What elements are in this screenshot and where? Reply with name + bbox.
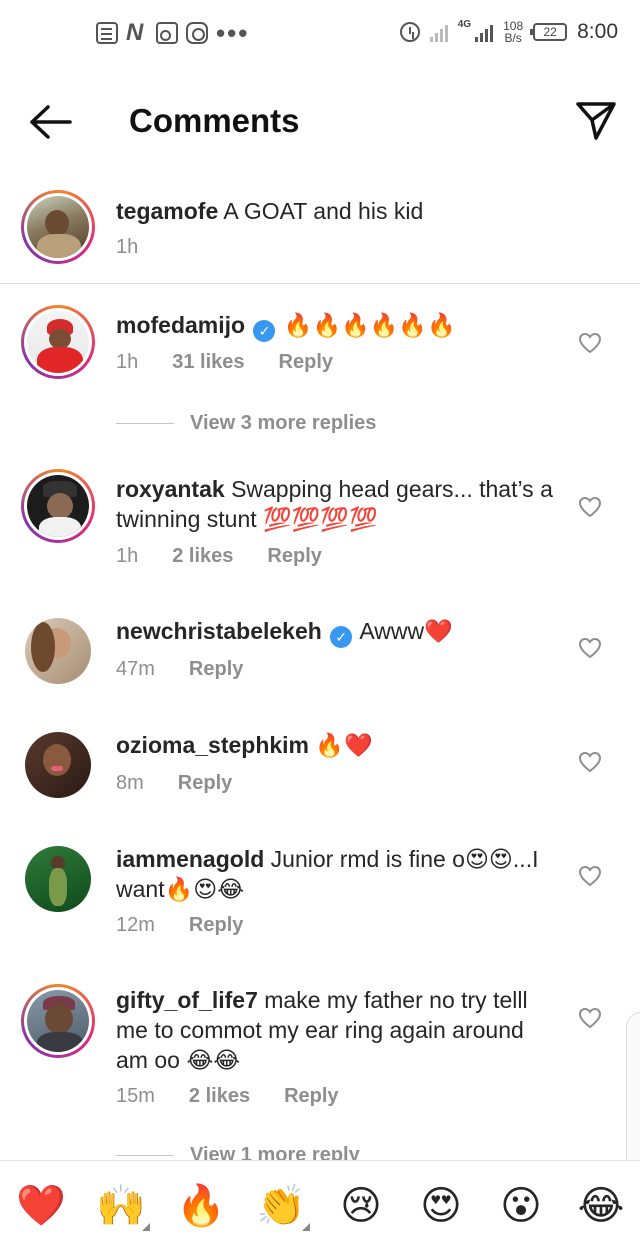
like-heart-icon[interactable] [578,1007,602,1029]
system-status: 4G 108 B/s 22 8:00 [399,19,618,44]
emoji-reaction-bar: ❤️ 🙌 🔥 👏 😢 😍 😮 😂 [0,1160,640,1253]
app-header: Comments [0,90,640,154]
clock: 8:00 [577,20,618,43]
notification-icons: N ••• [96,18,250,48]
signal-icon [429,22,448,42]
username[interactable]: roxyantak [116,476,225,502]
status-bar: N ••• 4G 108 B/s 22 8:00 [0,0,640,70]
like-heart-icon[interactable] [578,637,602,659]
timestamp: 12m [116,914,155,936]
skin-tone-indicator-icon [302,1223,310,1231]
reply-button[interactable]: Reply [267,545,321,568]
more-dots-icon: ••• [216,18,250,48]
reply-button[interactable]: Reply [279,351,333,374]
comment-meta: 8m Reply [116,772,232,795]
reply-button[interactable]: Reply [189,914,243,937]
view-more-replies-button[interactable]: View 3 more replies [116,412,376,435]
comment-text-block: mofedamijo ✓ 🔥🔥🔥🔥🔥🔥 [116,310,556,342]
comment-meta: 1h 2 likes Reply [116,545,322,568]
avatar[interactable] [21,305,95,379]
likes-count[interactable]: 31 likes [172,351,244,374]
surprised-emoji-button[interactable]: 😮 [496,1181,546,1231]
comment-text: 🔥❤️ [315,732,373,758]
timestamp: 47m [116,658,155,680]
like-heart-icon[interactable] [578,496,602,518]
battery-icon: 22 [530,23,568,41]
username[interactable]: gifty_of_life7 [116,987,258,1013]
network-speed: 108 B/s [503,20,523,44]
verified-badge-icon: ✓ [253,320,276,342]
comment-meta: 15m 2 likes Reply [116,1085,339,1108]
like-heart-icon[interactable] [578,865,602,887]
raised-hands-emoji-button[interactable]: 🙌 [96,1181,150,1231]
like-heart-icon[interactable] [578,332,602,354]
page-title: Comments [129,102,300,139]
timestamp: 1h [116,545,139,567]
caption-meta: 1h [116,236,138,259]
timestamp: 8m [116,772,144,794]
comment-meta: 12m Reply [116,914,243,937]
speed-unit: B/s [504,31,522,45]
caption-text: A GOAT and his kid [223,198,424,224]
comment-meta: 47m Reply [116,658,243,681]
verified-badge-icon: ✓ [330,626,353,648]
clapping-emoji: 👏 [256,1184,306,1228]
comment-meta: 1h 31 likes Reply [116,351,333,374]
direct-send-icon[interactable] [574,98,618,142]
username[interactable]: ozioma_stephkim [116,732,309,758]
comment-text-block: roxyantak Swapping head gears... that’s … [116,474,556,534]
divider-line [116,1155,174,1156]
timestamp: 15m [116,1085,155,1107]
avatar[interactable] [25,732,91,798]
caption-text-block: tegamofe A GOAT and his kid [116,196,556,226]
avatar[interactable] [21,469,95,543]
avatar[interactable] [21,190,95,264]
like-heart-icon[interactable] [578,751,602,773]
laughing-emoji-button[interactable]: 😂 [576,1181,626,1231]
comment-text-block: ozioma_stephkim 🔥❤️ [116,730,556,760]
back-arrow-icon[interactable] [28,104,72,140]
comment-text-block: iammenagold Junior rmd is fine o😍😍...I w… [116,844,556,904]
timestamp: 1h [116,351,139,373]
alarm-icon [399,22,420,42]
heart-emoji-button[interactable]: ❤️ [16,1181,66,1231]
username[interactable]: mofedamijo [116,312,245,338]
comment-text: Awww❤️ [359,618,453,644]
timestamp: 1h [116,236,139,258]
reply-button[interactable]: Reply [284,1085,338,1108]
signal-icon-2 [475,22,494,42]
avatar[interactable] [25,618,91,684]
clapping-emoji-button[interactable]: 👏 [256,1181,310,1231]
likes-count[interactable]: 2 likes [172,545,233,568]
username[interactable]: iammenagold [116,846,264,872]
reply-button[interactable]: Reply [178,772,232,795]
avatar[interactable] [21,984,95,1058]
likes-count[interactable]: 2 likes [189,1085,250,1108]
raised-hands-emoji: 🙌 [96,1184,146,1228]
comment-text-block: newchristabelekeh ✓ Awww❤️ [116,616,556,648]
divider-line [116,423,174,424]
comment-text: 🔥🔥🔥🔥🔥🔥 [283,312,456,338]
username[interactable]: tegamofe [116,198,218,224]
crying-emoji-button[interactable]: 😢 [336,1181,386,1231]
n-icon: N [126,19,144,46]
comment-text-block: gifty_of_life7 make my father no try tel… [116,985,556,1075]
doc-icon [96,22,118,44]
instagram-icon [186,22,208,44]
avatar[interactable] [25,846,91,912]
reply-button[interactable]: Reply [189,658,243,681]
post-caption: tegamofe A GOAT and his kid 1h [0,190,640,284]
heart-eyes-emoji-button[interactable]: 😍 [416,1181,466,1231]
skin-tone-indicator-icon [142,1223,150,1231]
username[interactable]: newchristabelekeh [116,618,322,644]
fire-emoji-button[interactable]: 🔥 [176,1181,226,1231]
radio-icon [156,22,178,44]
view-more-label: View 3 more replies [190,412,377,434]
network-type: 4G [457,19,472,30]
